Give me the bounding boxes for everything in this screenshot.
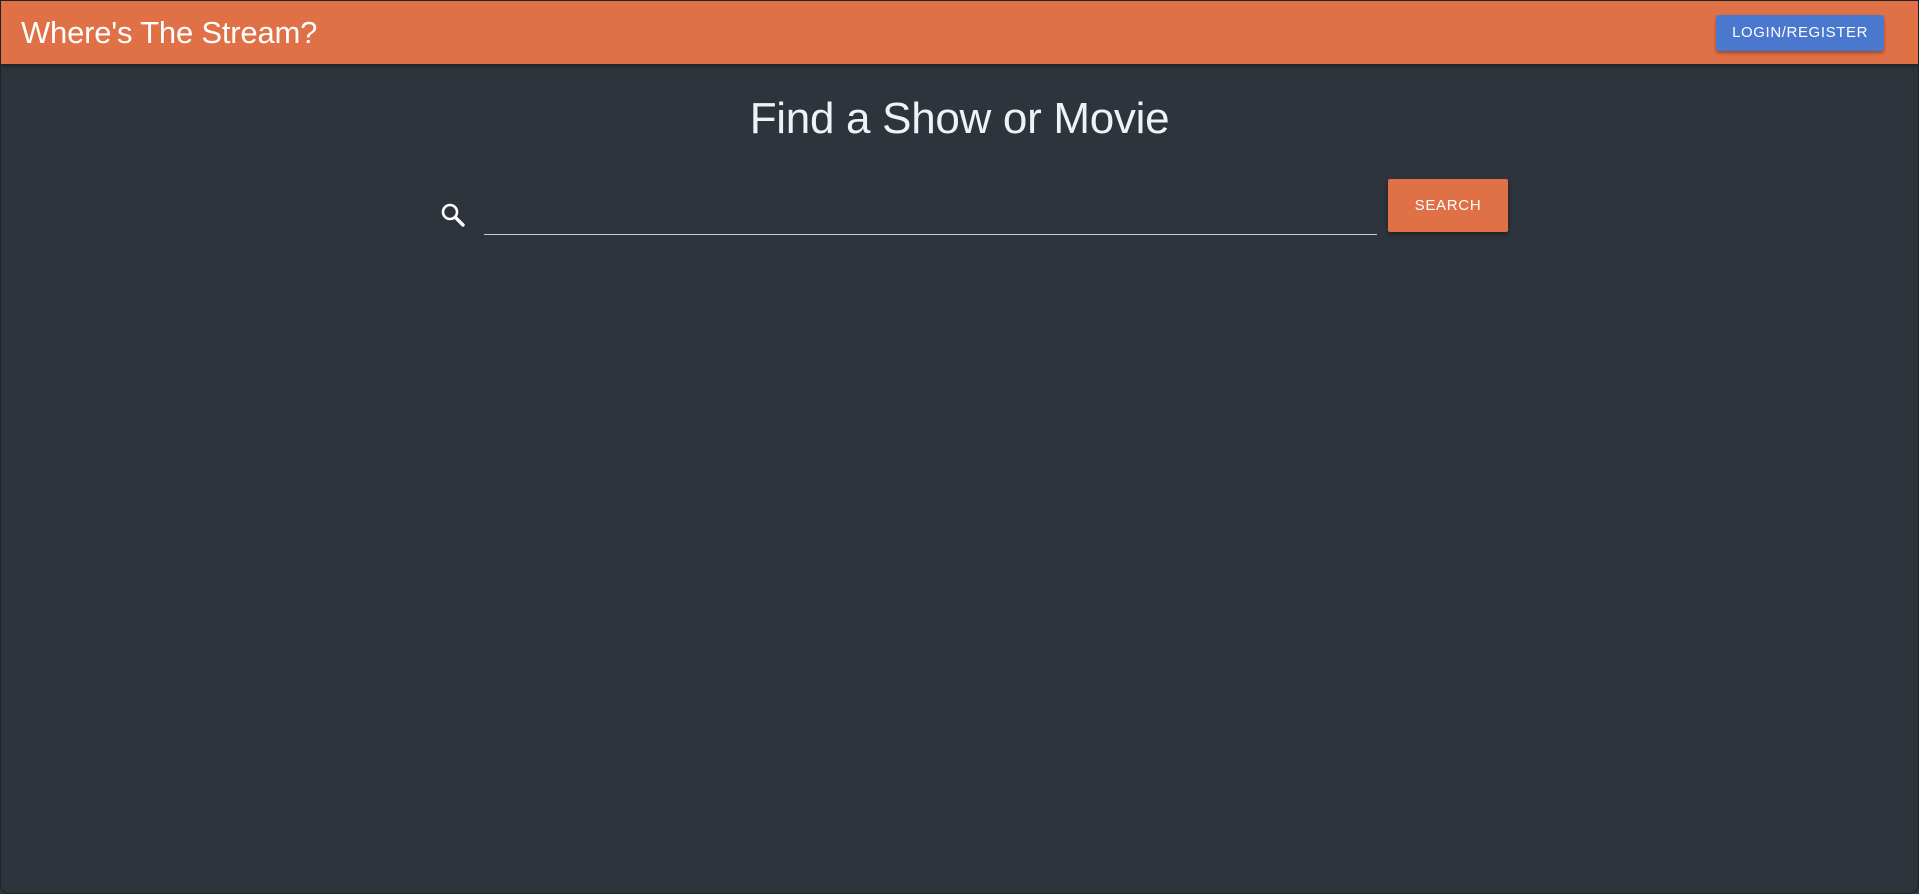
login-register-button[interactable]: LOGIN/REGISTER [1716, 14, 1884, 51]
app-bar: Where's The Stream? LOGIN/REGISTER [1, 1, 1918, 64]
search-field [484, 187, 1377, 235]
app-window: Where's The Stream? LOGIN/REGISTER Find … [0, 0, 1919, 894]
search-button[interactable]: SEARCH [1388, 179, 1508, 232]
app-title: Where's The Stream? [21, 14, 318, 50]
search-bar: SEARCH [439, 179, 1509, 239]
search-input[interactable] [484, 187, 1377, 234]
search-icon [439, 201, 467, 229]
page-title: Find a Show or Movie [749, 94, 1170, 143]
main-content: Find a Show or Movie SEARCH [1, 64, 1918, 893]
